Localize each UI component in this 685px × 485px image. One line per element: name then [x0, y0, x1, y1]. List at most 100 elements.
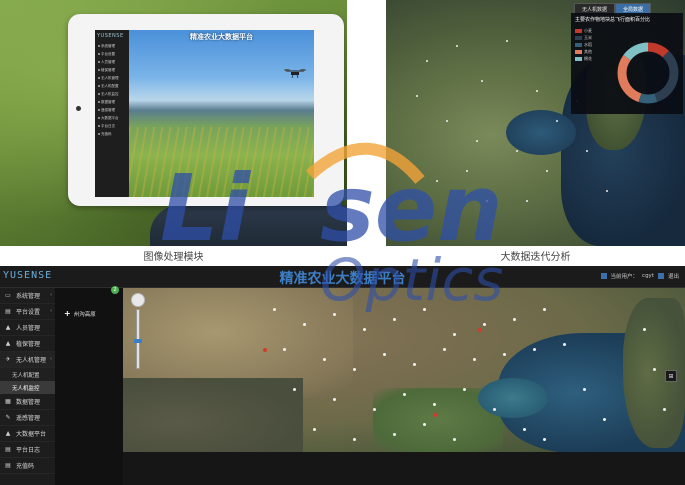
map-location-marker[interactable] — [643, 328, 646, 331]
tablet-nav-item[interactable]: 数据管理 — [95, 98, 129, 106]
map-location-marker[interactable] — [353, 438, 356, 441]
legend-swatch — [575, 28, 582, 33]
map-location-marker[interactable] — [333, 398, 336, 401]
zoom-slider-handle[interactable] — [134, 339, 142, 343]
map-location-marker[interactable] — [443, 348, 446, 351]
user-label: 当前用户： — [610, 274, 639, 280]
sidebar-item[interactable]: ✈ 无人机管理 ‹ — [0, 352, 55, 368]
legend-item[interactable]: 其他 — [575, 48, 592, 55]
bigdata-caption: 大数据迭代分析 — [500, 252, 571, 263]
sidebar-item[interactable]: ▲ 人员管理 — [0, 320, 55, 336]
map-location-marker[interactable] — [663, 408, 666, 411]
map-location-marker[interactable] — [583, 388, 586, 391]
map-location-marker[interactable] — [293, 388, 296, 391]
map-location-marker[interactable] — [493, 408, 496, 411]
sidebar-item[interactable]: ▲ 大数据平台 — [0, 426, 55, 442]
chevron-icon[interactable]: ‹ — [50, 356, 52, 362]
tablet-nav-item[interactable]: 平台日志 — [95, 122, 129, 130]
tablet-nav-item[interactable]: 人员管理 — [95, 58, 129, 66]
nav-bullet-icon — [98, 53, 100, 55]
drone-position-marker[interactable] — [263, 348, 267, 352]
map-location-marker[interactable] — [383, 353, 386, 356]
legend-item[interactable]: 玉米 — [575, 34, 592, 41]
tablet-nav-item[interactable]: 无人机管理 — [95, 74, 129, 82]
map-location-marker[interactable] — [543, 438, 546, 441]
map-location-marker[interactable] — [323, 358, 326, 361]
tablet-nav-item[interactable]: 无人机监控 — [95, 90, 129, 98]
sidebar-item[interactable]: ▤ 平台设置 ‹ — [0, 304, 55, 320]
legend-item[interactable]: 水稻 — [575, 41, 592, 48]
sidebar-item[interactable]: ✎ 遥感管理 — [0, 410, 55, 426]
sidebar-item[interactable]: ▤ 平台日志 — [0, 442, 55, 458]
sidebar-subitem[interactable]: 无人机配置 — [0, 368, 55, 381]
map-location-marker[interactable] — [473, 358, 476, 361]
tablet-nav-item[interactable]: 系统管理 — [95, 42, 129, 50]
map-location-marker[interactable] — [333, 313, 336, 316]
map-location-marker[interactable] — [283, 348, 286, 351]
layers-icon[interactable]: ⊞ — [665, 370, 677, 382]
sidebar-item[interactable]: ▤ 充值码 — [0, 458, 55, 474]
map-location-marker[interactable] — [533, 348, 536, 351]
drone-position-marker[interactable] — [433, 413, 437, 417]
map-location-marker[interactable] — [483, 323, 486, 326]
tablet-nav-label: 系统管理 — [101, 43, 115, 48]
tablet-nav-item[interactable]: 大数据平台 — [95, 114, 129, 122]
sidebar-subitem[interactable]: 无人机监控 — [0, 381, 55, 394]
legend-item[interactable]: 棉花 — [575, 55, 592, 62]
map-location-marker[interactable] — [453, 438, 456, 441]
map-location-marker[interactable] — [503, 353, 506, 356]
map-location-marker[interactable] — [563, 343, 566, 346]
chevron-icon[interactable]: ‹ — [50, 292, 52, 298]
map-location-marker[interactable] — [423, 423, 426, 426]
tablet-nav-item[interactable]: 植保管理 — [95, 66, 129, 74]
map-location-marker[interactable] — [453, 333, 456, 336]
map-location-marker[interactable] — [313, 428, 316, 431]
map-location-marker[interactable] — [433, 403, 436, 406]
tablet-sidebar: YUSENSE 系统管理 平台设置 人员管理 植保管理 无人机管理 无人机配置 无人机监控数… — [95, 30, 129, 197]
sidebar-item-icon: ▲ — [5, 430, 11, 437]
map-location-marker[interactable] — [393, 433, 396, 436]
map-location-marker[interactable] — [413, 363, 416, 366]
map-location-marker[interactable] — [403, 393, 406, 396]
map-location-marker[interactable] — [653, 368, 656, 371]
sidebar-item-label: 平台日志 — [16, 447, 41, 454]
map-location-marker[interactable] — [373, 408, 376, 411]
map-location-marker[interactable] — [523, 428, 526, 431]
map-location-marker[interactable] — [273, 308, 276, 311]
map-location-marker[interactable] — [393, 318, 396, 321]
map-location-marker[interactable] — [513, 318, 516, 321]
crop-rows — [129, 127, 314, 197]
city-marker — [456, 45, 458, 47]
main-map[interactable]: ⊞ — [123, 288, 685, 452]
tablet-nav-item[interactable]: 无人机配置 — [95, 82, 129, 90]
sidebar-item[interactable]: ▦ 数据管理 — [0, 394, 55, 410]
map-location-marker[interactable] — [463, 388, 466, 391]
user-name[interactable]: cgyt — [642, 273, 654, 279]
pan-button[interactable] — [131, 293, 145, 307]
tablet-nav-label: 植保管理 — [101, 67, 115, 72]
sidebar-item[interactable]: ▲ 植保管理 — [0, 336, 55, 352]
tablet-nav-item[interactable]: 遥感管理 — [95, 106, 129, 114]
drone-position-marker[interactable] — [478, 328, 482, 332]
map-location-marker[interactable] — [353, 368, 356, 371]
plus-icon[interactable]: + — [64, 309, 71, 318]
chevron-icon[interactable]: ‹ — [50, 308, 52, 314]
map-location-marker[interactable] — [543, 308, 546, 311]
map-location-marker[interactable] — [423, 308, 426, 311]
tablet-nav-item[interactable]: 充值码 — [95, 130, 129, 138]
city-marker — [476, 140, 478, 142]
sidebar-item[interactable]: ▭ 系统管理 ‹ — [0, 288, 55, 304]
logout-link[interactable]: 退出 — [668, 272, 679, 280]
tablet-field-view: 精准农业大数据平台 — [129, 30, 314, 197]
nav-bullet-icon — [98, 69, 100, 71]
map-location-marker[interactable] — [603, 418, 606, 421]
map-location-marker[interactable] — [363, 328, 366, 331]
fleet-item[interactable]: + 州沟高原 — [64, 309, 96, 318]
logout-icon[interactable] — [657, 273, 664, 279]
sidebar-item-label: 数据管理 — [16, 399, 41, 406]
sidebar-item-label: 大数据平台 — [16, 431, 47, 438]
zoom-control[interactable] — [131, 293, 145, 373]
tablet-nav-item[interactable]: 平台设置 — [95, 50, 129, 58]
map-location-marker[interactable] — [303, 323, 306, 326]
legend-item[interactable]: 小麦 — [575, 27, 592, 34]
